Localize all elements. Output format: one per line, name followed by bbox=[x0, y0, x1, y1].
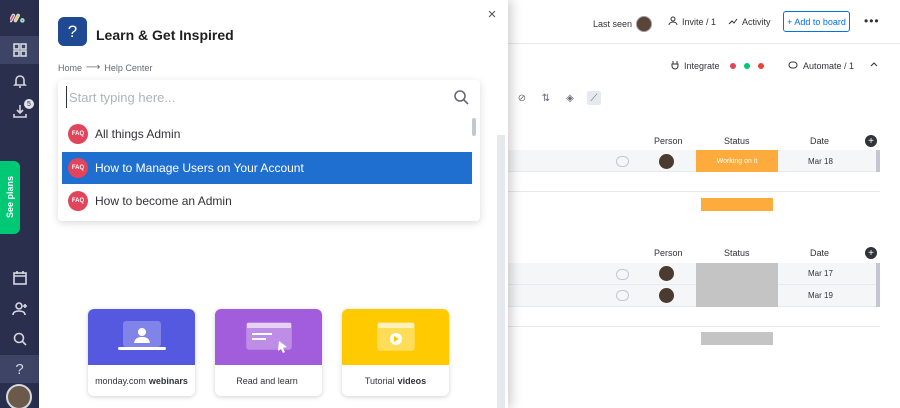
row-edge bbox=[876, 263, 880, 285]
avatar[interactable] bbox=[659, 288, 674, 303]
breadcrumb-help-center[interactable]: Help Center bbox=[104, 63, 152, 73]
tutorial-videos-card[interactable]: Tutorial videos bbox=[342, 309, 449, 396]
integrate-button[interactable]: Integrate bbox=[670, 60, 764, 72]
header-divider bbox=[508, 43, 900, 44]
inbox-download-icon[interactable]: 5 bbox=[0, 97, 39, 125]
inbox-count-badge: 5 bbox=[24, 99, 34, 109]
row-edge bbox=[876, 150, 880, 172]
column-header-person: Person bbox=[654, 136, 683, 146]
panel-title: Learn & Get Inspired bbox=[96, 27, 234, 43]
column-header-status: Status bbox=[724, 248, 750, 258]
gmail-icon bbox=[757, 63, 764, 69]
calendar-icon[interactable] bbox=[0, 264, 39, 292]
left-nav-rail: 5 See plans ? bbox=[0, 0, 39, 408]
add-person-icon[interactable] bbox=[0, 295, 39, 323]
status-badge[interactable]: Working on it bbox=[696, 150, 778, 172]
board-toolbar: ⊘ ⇅ ◈ ⟋ bbox=[515, 91, 601, 105]
help-question-icon: ? bbox=[58, 17, 87, 46]
notifications-bell-icon[interactable] bbox=[0, 67, 39, 95]
date-cell[interactable]: Mar 18 bbox=[808, 157, 833, 166]
invite-button[interactable]: Invite / 1 bbox=[668, 16, 716, 28]
user-avatar[interactable] bbox=[6, 384, 32, 408]
date-cell[interactable]: Mar 17 bbox=[808, 269, 833, 278]
search-result-label: All things Admin bbox=[95, 127, 181, 141]
app-logo-icon bbox=[743, 63, 750, 69]
row-edge bbox=[876, 285, 880, 307]
results-scrollbar[interactable] bbox=[472, 118, 476, 136]
webinars-card[interactable]: monday.com webinars bbox=[88, 309, 195, 396]
chat-icon[interactable] bbox=[616, 290, 629, 301]
color-icon[interactable]: ◈ bbox=[563, 91, 577, 105]
date-cell[interactable]: Mar 19 bbox=[808, 291, 833, 300]
breadcrumb: Home ⟶ Help Center bbox=[58, 62, 152, 73]
faq-badge: FAQ bbox=[68, 158, 88, 178]
status-badge[interactable] bbox=[696, 285, 778, 307]
faq-badge: FAQ bbox=[68, 191, 88, 211]
add-item-row[interactable] bbox=[508, 172, 880, 192]
search-result-item[interactable]: FAQ All things Admin bbox=[62, 118, 472, 150]
avatar[interactable] bbox=[659, 266, 674, 281]
search-result-item-selected[interactable]: FAQ How to Manage Users on Your Account bbox=[62, 152, 472, 184]
arrow-right-icon: ⟶ bbox=[86, 62, 101, 73]
see-plans-button[interactable]: See plans bbox=[0, 161, 20, 234]
read-and-learn-card[interactable]: Read and learn bbox=[215, 309, 322, 396]
help-search-input[interactable] bbox=[66, 86, 446, 108]
search-result-label: How to become an Admin bbox=[95, 194, 232, 208]
column-header-date: Date bbox=[810, 136, 830, 146]
workspace-grid-icon[interactable] bbox=[0, 36, 39, 64]
robot-icon bbox=[787, 60, 799, 72]
video-player-icon bbox=[342, 309, 449, 365]
automate-button[interactable]: Automate / 1 bbox=[787, 60, 854, 72]
add-column-icon[interactable]: + bbox=[865, 135, 877, 147]
more-options-icon[interactable]: ••• bbox=[864, 14, 880, 28]
last-seen[interactable]: Last seen bbox=[593, 16, 653, 32]
close-icon[interactable]: × bbox=[484, 6, 500, 23]
add-item-row[interactable] bbox=[508, 307, 880, 327]
search-result-label: How to Manage Users on Your Account bbox=[95, 161, 304, 175]
breadcrumb-home[interactable]: Home bbox=[58, 63, 82, 73]
collapse-chevron-icon[interactable] bbox=[870, 60, 878, 68]
hide-icon[interactable]: ⊘ bbox=[515, 91, 529, 105]
panel-scrollbar[interactable] bbox=[497, 135, 505, 408]
column-header-date: Date bbox=[810, 248, 830, 258]
last-seen-avatar bbox=[636, 16, 653, 32]
faq-badge: FAQ bbox=[68, 124, 88, 144]
chat-icon[interactable] bbox=[616, 269, 629, 280]
monday-logo-icon[interactable] bbox=[8, 10, 30, 24]
integrate-icon bbox=[670, 60, 680, 72]
add-column-icon[interactable]: + bbox=[865, 247, 877, 259]
webinar-laptop-icon bbox=[88, 309, 195, 365]
add-to-board-button[interactable]: + Add to board bbox=[783, 11, 850, 32]
status-summary-bar bbox=[701, 198, 773, 211]
search-result-item[interactable]: FAQ How to become an Admin bbox=[62, 185, 472, 217]
app-logo-icon bbox=[729, 63, 736, 69]
column-header-status: Status bbox=[724, 136, 750, 146]
activity-button[interactable]: Activity bbox=[728, 16, 771, 28]
help-question-icon[interactable]: ? bbox=[0, 355, 39, 383]
status-badge[interactable] bbox=[696, 263, 778, 285]
avatar[interactable] bbox=[659, 154, 674, 169]
search-icon[interactable] bbox=[0, 325, 39, 353]
user-icon bbox=[668, 16, 678, 28]
help-center-panel: × ? Learn & Get Inspired Home ⟶ Help Cen… bbox=[39, 0, 508, 408]
sort-icon[interactable]: ⇅ bbox=[539, 91, 553, 105]
search-icon[interactable] bbox=[453, 89, 469, 105]
chat-icon[interactable] bbox=[616, 156, 629, 167]
article-window-icon bbox=[215, 309, 322, 365]
column-header-person: Person bbox=[654, 248, 683, 258]
chart-icon[interactable]: ⟋ bbox=[587, 91, 601, 105]
trend-icon bbox=[728, 16, 738, 28]
help-search-dropdown: FAQ All things Admin FAQ How to Manage U… bbox=[58, 80, 480, 221]
status-summary-bar bbox=[701, 332, 773, 345]
